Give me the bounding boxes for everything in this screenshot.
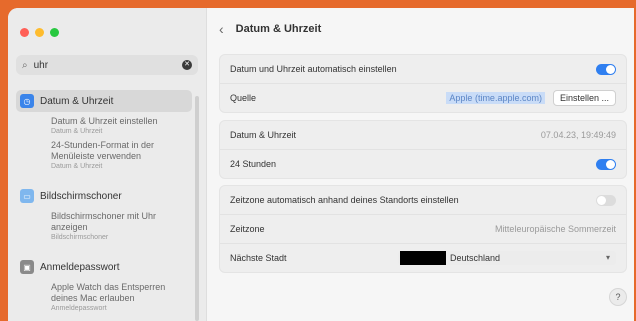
minimize-window-button[interactable]	[35, 28, 44, 37]
24h-label: 24 Stunden	[230, 159, 277, 169]
clear-search-icon[interactable]: ✕	[182, 60, 192, 70]
result-group-anmeldepasswort[interactable]: ▣ Anmeldepasswort	[16, 256, 192, 278]
result-group-bildschirmschoner[interactable]: ▭ Bildschirmschoner	[16, 185, 192, 207]
result-caption: Datum & Uhrzeit	[51, 128, 103, 135]
timezone-card: Zeitzone automatisch anhand deines Stand…	[219, 185, 627, 273]
main-panel: ‹ Datum & Uhrzeit Datum und Uhrzeit auto…	[207, 8, 634, 321]
result-caption: Datum & Uhrzeit	[51, 163, 103, 170]
sidebar-scrollbar[interactable]	[195, 96, 199, 321]
window-controls	[20, 28, 59, 37]
search-field[interactable]: ⌕ ✕	[16, 55, 198, 75]
datetime-row: Datum & Uhrzeit 07.04.23, 19:49:49	[220, 121, 626, 149]
auto-time-label: Datum und Uhrzeit automatisch einstellen	[230, 64, 397, 74]
group-label: Bildschirmschoner	[40, 190, 122, 202]
close-window-button[interactable]	[20, 28, 29, 37]
city-value: Deutschland	[450, 253, 501, 263]
back-chevron-icon[interactable]: ‹	[219, 21, 224, 37]
result-title: 24-Stunden-Format in der Menüleiste verw…	[51, 140, 155, 161]
einstellen-button[interactable]: Einstellen ...	[552, 90, 616, 106]
city-row: Nächste Stadt Deutschland ▾	[220, 243, 626, 272]
result-group-datum-uhrzeit[interactable]: ◷ Datum & Uhrzeit	[16, 90, 192, 112]
city-label: Nächste Stadt	[230, 253, 287, 263]
auto-time-row: Datum und Uhrzeit automatisch einstellen	[220, 55, 626, 83]
tz-auto-toggle[interactable]	[596, 194, 616, 206]
timezone-row: Zeitzone Mitteleuropäische Sommerzeit	[220, 214, 626, 243]
tz-auto-row: Zeitzone automatisch anhand deines Stand…	[220, 186, 626, 214]
search-icon: ⌕	[22, 59, 28, 71]
auto-time-card: Datum und Uhrzeit automatisch einstellen…	[219, 54, 627, 113]
datetime-label: Datum & Uhrzeit	[230, 130, 297, 140]
chevron-down-icon: ▾	[605, 253, 610, 262]
lock-icon: ▣	[20, 260, 34, 274]
help-button[interactable]: ?	[609, 288, 627, 306]
datetime-value: 07.04.23, 19:49:49	[540, 130, 616, 140]
result-item[interactable]: Bildschirmschoner mit Uhr anzeigen Bilds…	[16, 211, 192, 242]
auto-time-toggle[interactable]	[596, 63, 616, 75]
settings-window: ⌕ ✕ ◷ Datum & Uhrzeit Datum & Uhrzeit ei…	[8, 8, 634, 321]
datetime-card: Datum & Uhrzeit 07.04.23, 19:49:49 24 St…	[219, 120, 627, 179]
source-row: Quelle Apple (time.apple.com) Einstellen…	[220, 83, 626, 112]
source-value[interactable]: Apple (time.apple.com)	[446, 92, 545, 104]
tz-auto-label: Zeitzone automatisch anhand deines Stand…	[230, 195, 459, 205]
clock-icon: ◷	[20, 94, 34, 108]
result-title: Datum & Uhrzeit einstellen	[51, 116, 158, 126]
result-item[interactable]: 24-Stunden-Format in der Menüleiste verw…	[16, 140, 192, 171]
search-results: ◷ Datum & Uhrzeit Datum & Uhrzeit einste…	[16, 90, 192, 317]
toolbar: ‹ Datum & Uhrzeit	[207, 8, 634, 50]
result-title: Apple Watch das Entsperren deines Mac er…	[51, 282, 166, 303]
source-label: Quelle	[230, 93, 257, 103]
result-caption: Bildschirmschoner	[51, 234, 109, 241]
group-label: Anmeldepasswort	[40, 261, 120, 273]
24h-toggle[interactable]	[596, 158, 616, 170]
screensaver-icon: ▭	[20, 189, 34, 203]
result-item[interactable]: Datum & Uhrzeit einstellen Datum & Uhrze…	[16, 116, 192, 136]
zoom-window-button[interactable]	[50, 28, 59, 37]
city-select[interactable]: Deutschland ▾	[398, 251, 616, 265]
timezone-label: Zeitzone	[230, 224, 265, 234]
timezone-value: Mitteleuropäische Sommerzeit	[494, 224, 616, 234]
24h-row: 24 Stunden	[220, 149, 626, 178]
redacted-block	[400, 251, 446, 265]
search-input[interactable]	[31, 58, 176, 72]
result-item[interactable]: Apple Watch das Entsperren deines Mac er…	[16, 282, 192, 313]
result-caption: Anmeldepasswort	[51, 305, 107, 312]
sidebar: ⌕ ✕ ◷ Datum & Uhrzeit Datum & Uhrzeit ei…	[8, 8, 207, 321]
page-title: Datum & Uhrzeit	[235, 23, 322, 35]
result-title: Bildschirmschoner mit Uhr anzeigen	[51, 211, 157, 232]
group-label: Datum & Uhrzeit	[40, 95, 114, 107]
